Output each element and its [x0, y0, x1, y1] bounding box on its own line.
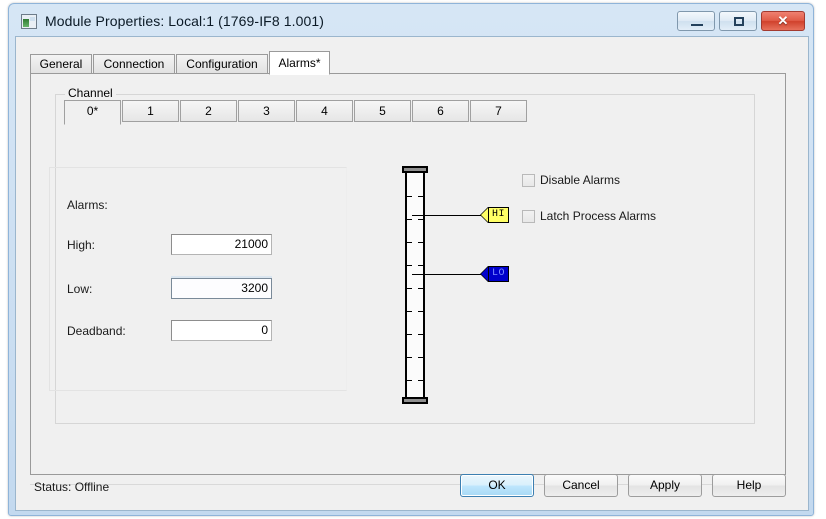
- window-controls: ✕: [677, 11, 807, 31]
- gauge-tick: [418, 334, 425, 335]
- low-input[interactable]: 3200: [171, 278, 272, 299]
- module-icon: [21, 13, 37, 29]
- window-title: Module Properties: Local:1 (1769-IF8 1.0…: [45, 13, 325, 29]
- gauge-tick: [418, 196, 425, 197]
- gauge-tick: [405, 265, 412, 266]
- close-icon: ✕: [777, 13, 789, 28]
- dialog-client-area: General Connection Configuration Alarms*…: [15, 36, 809, 511]
- gauge-tick: [405, 196, 412, 197]
- status-bar: Status: Offline OK Cancel Apply Help: [30, 474, 786, 500]
- gauge-tick: [405, 380, 412, 381]
- cancel-button[interactable]: Cancel: [544, 474, 618, 497]
- module-properties-window: Module Properties: Local:1 (1769-IF8 1.0…: [8, 3, 814, 516]
- alarm-gauge: [402, 166, 428, 404]
- disable-alarms-row[interactable]: Disable Alarms: [522, 173, 620, 187]
- low-label: Low:: [67, 282, 93, 296]
- close-button[interactable]: ✕: [761, 11, 805, 31]
- channel-tab-1[interactable]: 1: [122, 100, 179, 122]
- gauge-tick: [405, 219, 412, 220]
- disable-alarms-checkbox[interactable]: [522, 173, 535, 187]
- gauge-tick: [418, 242, 425, 243]
- gauge-tick: [418, 311, 425, 312]
- lo-marker[interactable]: LO: [481, 266, 514, 282]
- latch-process-alarms-checkbox[interactable]: [522, 209, 535, 223]
- status-label: Status: Offline: [34, 480, 110, 494]
- hi-marker-label: HI: [488, 207, 510, 223]
- channel-tab-0[interactable]: 0*: [64, 100, 121, 125]
- gauge-tick: [418, 219, 425, 220]
- gauge-tick: [405, 334, 412, 335]
- lo-marker-line: [412, 274, 481, 275]
- hi-marker[interactable]: HI: [481, 207, 514, 223]
- channel-tab-strip: 0* 1 2 3 4 5 6 7: [64, 100, 528, 125]
- channel-tab-3[interactable]: 3: [238, 100, 295, 122]
- channel-tab-5[interactable]: 5: [354, 100, 411, 122]
- channel-tab-2[interactable]: 2: [180, 100, 237, 122]
- gauge-cap-bottom: [402, 397, 428, 404]
- high-input[interactable]: 21000: [171, 234, 272, 255]
- gauge-tick: [418, 288, 425, 289]
- channel-tab-6[interactable]: 6: [412, 100, 469, 122]
- gauge-cap-top: [402, 166, 428, 173]
- gauge-body: [405, 166, 425, 404]
- tab-strip: General Connection Configuration Alarms*: [30, 51, 786, 75]
- title-bar[interactable]: Module Properties: Local:1 (1769-IF8 1.0…: [9, 4, 813, 38]
- tab-configuration[interactable]: Configuration: [176, 54, 268, 74]
- gauge-tick: [418, 357, 425, 358]
- apply-button[interactable]: Apply: [628, 474, 702, 497]
- latch-process-alarms-row[interactable]: Latch Process Alarms: [522, 209, 656, 223]
- dialog-button-row: OK Cancel Apply Help: [460, 474, 786, 497]
- gauge-tick: [405, 357, 412, 358]
- maximize-icon: [734, 17, 744, 26]
- hi-marker-line: [412, 215, 481, 216]
- disable-alarms-label: Disable Alarms: [540, 173, 621, 187]
- minimize-icon: [691, 24, 703, 26]
- tab-general[interactable]: General: [30, 54, 92, 74]
- gauge-tick: [418, 380, 425, 381]
- maximize-button[interactable]: [719, 11, 757, 31]
- gauge-tick: [405, 311, 412, 312]
- gauge-tick: [418, 265, 425, 266]
- latch-process-alarms-label: Latch Process Alarms: [540, 209, 657, 223]
- tab-alarms[interactable]: Alarms*: [269, 51, 330, 75]
- minimize-button[interactable]: [677, 11, 715, 31]
- deadband-input[interactable]: 0: [171, 320, 272, 341]
- tab-connection[interactable]: Connection: [93, 54, 175, 74]
- gauge-tick: [405, 242, 412, 243]
- channel-tab-7[interactable]: 7: [470, 100, 527, 122]
- help-button[interactable]: Help: [712, 474, 786, 497]
- channel-tab-4[interactable]: 4: [296, 100, 353, 122]
- gauge-tick: [405, 288, 412, 289]
- ok-button[interactable]: OK: [460, 474, 534, 497]
- channel-group-label: Channel: [65, 86, 116, 100]
- alarms-tab-page: Channel 0* 1 2 3 4 5 6 7 Alarms: High: 2…: [30, 73, 786, 475]
- lo-marker-label: LO: [488, 266, 510, 282]
- deadband-label: Deadband:: [67, 324, 126, 338]
- alarms-section-label: Alarms:: [67, 198, 108, 212]
- high-label: High:: [67, 238, 96, 252]
